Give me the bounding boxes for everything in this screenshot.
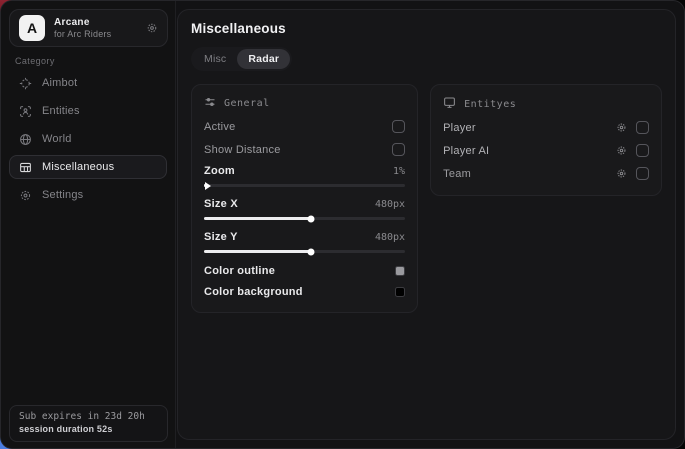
sidebar-nav: Aimbot Entities World — [9, 71, 167, 211]
app-header-card: A Arcane for Arc Riders — [9, 9, 168, 47]
size-y-value: 480px — [375, 232, 405, 243]
main-content: Miscellaneous Misc Radar General — [177, 9, 676, 440]
app-logo: A — [19, 15, 45, 41]
sub-expires-text: Sub expires in 23d 20h — [19, 411, 158, 422]
entities-panel-title: Entityes — [464, 99, 516, 110]
tab-misc[interactable]: Misc — [193, 49, 237, 69]
page-title: Miscellaneous — [191, 21, 662, 36]
sidebar-item-miscellaneous[interactable]: Miscellaneous — [9, 155, 167, 179]
sidebar-item-label: Aimbot — [42, 77, 77, 89]
size-x-slider-thumb[interactable] — [307, 215, 314, 222]
size-x-slider[interactable] — [204, 217, 405, 220]
team-label: Team — [443, 168, 471, 180]
player-ai-row: Player AI — [443, 139, 649, 162]
general-panel: General Active Show Distance Zoom 1% — [191, 84, 418, 313]
color-background-row: Color background — [204, 281, 405, 302]
show-distance-row: Show Distance — [204, 138, 405, 161]
sidebar-item-world[interactable]: World — [9, 127, 167, 151]
sidebar-item-entities[interactable]: Entities — [9, 99, 167, 123]
crosshair-icon — [19, 77, 32, 90]
size-y-row: Size Y 480px — [204, 227, 405, 247]
zoom-slider-thumb[interactable] — [205, 182, 211, 190]
zoom-value: 1% — [393, 166, 405, 177]
size-x-slider-fill — [204, 217, 311, 220]
size-x-value: 480px — [375, 199, 405, 210]
size-y-slider[interactable] — [204, 250, 405, 253]
globe-icon — [19, 133, 32, 146]
app-title: Arcane — [54, 17, 146, 28]
player-ai-label: Player AI — [443, 145, 489, 157]
gear-icon — [19, 189, 32, 202]
active-row: Active — [204, 115, 405, 138]
app-meta: Arcane for Arc Riders — [54, 17, 146, 39]
color-outline-label: Color outline — [204, 265, 275, 277]
size-y-slider-thumb[interactable] — [307, 248, 314, 255]
color-outline-swatch[interactable] — [395, 266, 405, 276]
scan-person-icon — [19, 105, 32, 118]
active-label: Active — [204, 121, 235, 133]
player-label: Player — [443, 122, 476, 134]
grid-icon — [19, 161, 32, 174]
color-outline-row: Color outline — [204, 260, 405, 281]
size-x-row: Size X 480px — [204, 194, 405, 214]
show-distance-label: Show Distance — [204, 144, 281, 156]
sidebar-item-label: Entities — [42, 105, 80, 117]
zoom-slider[interactable] — [204, 184, 405, 187]
panels-row: General Active Show Distance Zoom 1% — [191, 84, 662, 313]
player-ai-checkbox[interactable] — [636, 144, 649, 157]
sidebar-item-label: Settings — [42, 189, 83, 201]
sidebar: A Arcane for Arc Riders Category — [1, 1, 176, 448]
gear-icon[interactable] — [616, 145, 627, 156]
zoom-row: Zoom 1% — [204, 161, 405, 181]
player-checkbox[interactable] — [636, 121, 649, 134]
gear-icon[interactable] — [146, 22, 158, 34]
sidebar-item-label: World — [42, 133, 72, 145]
gear-icon[interactable] — [616, 168, 627, 179]
size-x-label: Size X — [204, 198, 238, 210]
app-subtitle: for Arc Riders — [54, 29, 146, 39]
entities-panel-header: Entityes — [443, 96, 649, 112]
app-window: A Arcane for Arc Riders Category — [0, 0, 685, 449]
monitor-icon — [443, 96, 456, 112]
zoom-label: Zoom — [204, 165, 235, 177]
team-checkbox[interactable] — [636, 167, 649, 180]
sidebar-item-settings[interactable]: Settings — [9, 183, 167, 207]
general-panel-title: General — [224, 98, 270, 109]
gear-icon[interactable] — [616, 122, 627, 133]
team-row: Team — [443, 162, 649, 185]
sidebar-item-aimbot[interactable]: Aimbot — [9, 71, 167, 95]
tab-group: Misc Radar — [191, 47, 292, 71]
size-y-label: Size Y — [204, 231, 238, 243]
show-distance-checkbox[interactable] — [392, 143, 405, 156]
subscription-card: Sub expires in 23d 20h session duration … — [9, 405, 168, 442]
color-background-label: Color background — [204, 286, 303, 298]
player-row: Player — [443, 116, 649, 139]
sidebar-item-label: Miscellaneous — [42, 161, 114, 173]
category-label: Category — [15, 56, 55, 66]
color-background-swatch[interactable] — [395, 287, 405, 297]
size-y-slider-fill — [204, 250, 311, 253]
active-checkbox[interactable] — [392, 120, 405, 133]
session-duration-text: session duration 52s — [19, 424, 158, 434]
sliders-icon — [204, 96, 216, 111]
tab-radar[interactable]: Radar — [237, 49, 290, 69]
entities-panel: Entityes Player Player AI — [430, 84, 662, 196]
general-panel-header: General — [204, 96, 405, 111]
